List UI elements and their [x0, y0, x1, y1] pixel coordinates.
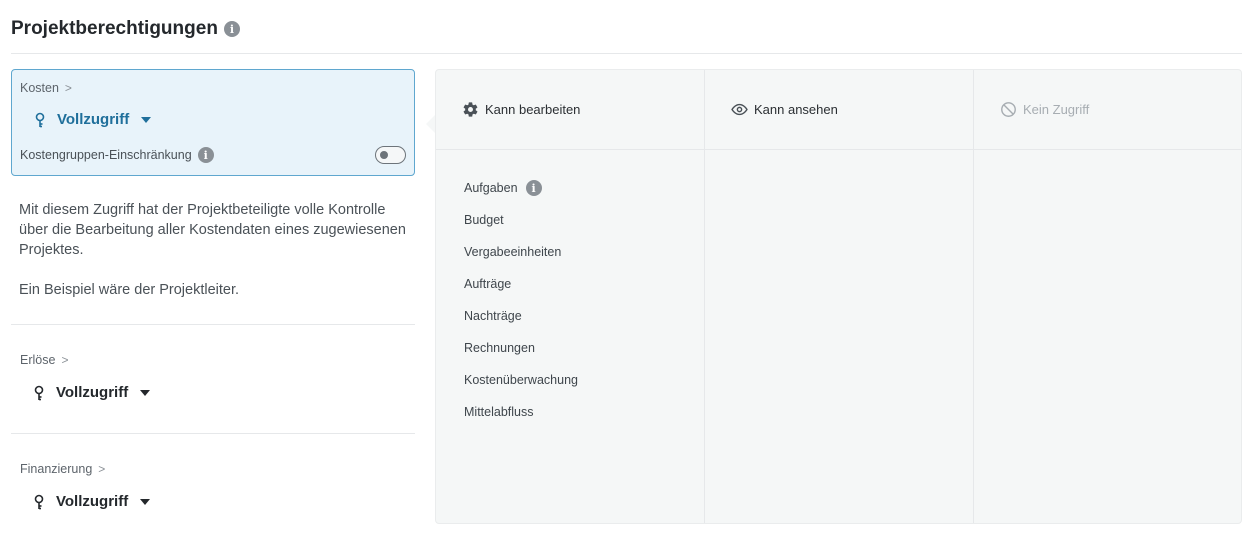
list-item: Aufträge	[464, 268, 704, 300]
column-header-can-view: Kann ansehen	[705, 70, 973, 150]
page-header: Projektberechtigungen i	[11, 17, 1242, 54]
financing-permission-section[interactable]: Finanzierung > Vollzugriff	[11, 434, 415, 535]
item-label: Aufgaben	[464, 181, 518, 195]
item-label: Mittelabfluss	[464, 405, 534, 419]
breadcrumb-label: Kosten	[20, 81, 59, 95]
description-text: Mit diesem Zugriff hat der Projektbeteil…	[19, 202, 406, 258]
column-label: Kann bearbeiten	[485, 102, 581, 117]
list-item: Budget	[464, 204, 704, 236]
access-level-dropdown-erloese[interactable]: Vollzugriff	[31, 384, 151, 401]
chevron-right-icon: >	[98, 462, 106, 476]
item-label: Aufträge	[464, 277, 512, 291]
breadcrumb-label: Finanzierung	[20, 462, 93, 476]
item-label: Vergabeeinheiten	[464, 245, 562, 259]
column-no-access: Kein Zugriff	[973, 70, 1241, 523]
key-icon	[34, 385, 44, 400]
breadcrumb-label: Erlöse	[20, 353, 56, 367]
list-item: Rechnungen	[464, 332, 704, 364]
permissions-matrix: Kann bearbeiten Aufgaben i Budget Vergab…	[435, 69, 1242, 524]
access-level-label: Vollzugriff	[57, 111, 130, 128]
cost-group-restriction: Kostengruppen-Einschränkung i	[20, 147, 214, 163]
column-label: Kann ansehen	[754, 102, 838, 117]
editable-items-list: Aufgaben i Budget Vergabeeinheiten Auftr…	[436, 150, 704, 428]
access-level-label: Vollzugriff	[56, 493, 129, 510]
eye-icon	[731, 103, 748, 116]
list-item: Nachträge	[464, 300, 704, 332]
breadcrumb-erloese[interactable]: Erlöse >	[20, 353, 68, 367]
toggle-knob	[380, 151, 388, 159]
caret-down-icon	[140, 498, 151, 505]
restriction-toggle[interactable]	[375, 146, 406, 164]
item-label: Rechnungen	[464, 341, 535, 355]
key-icon	[35, 112, 45, 127]
info-icon[interactable]: i	[525, 180, 542, 196]
no-access-icon	[1001, 102, 1016, 117]
access-level-dropdown-kosten[interactable]: Vollzugriff	[32, 111, 152, 128]
list-item: Aufgaben i	[464, 172, 704, 204]
chevron-right-icon: >	[64, 81, 72, 95]
item-label: Nachträge	[464, 309, 522, 323]
column-can-edit: Kann bearbeiten Aufgaben i Budget Vergab…	[436, 70, 704, 523]
list-item: Kostenüberwachung	[464, 364, 704, 396]
info-icon[interactable]: i	[223, 21, 240, 37]
chevron-right-icon: >	[61, 353, 69, 367]
list-item: Mittelabfluss	[464, 396, 704, 428]
key-icon	[34, 494, 44, 509]
caret-down-icon	[141, 116, 152, 123]
permission-sections: Kosten > Vollzugriff Kostengruppen-Einsc…	[11, 69, 415, 535]
breadcrumb-kosten[interactable]: Kosten >	[20, 81, 72, 95]
description-example: Ein Beispiel wäre der Projektleiter.	[19, 282, 240, 298]
revenue-permission-section[interactable]: Erlöse > Vollzugriff	[11, 325, 415, 433]
column-header-no-access: Kein Zugriff	[974, 70, 1241, 150]
restriction-label: Kostengruppen-Einschränkung	[20, 148, 192, 162]
access-description: Mit diesem Zugriff hat der Projektbeteil…	[11, 176, 415, 324]
item-label: Budget	[464, 213, 504, 227]
gear-icon	[463, 102, 478, 117]
access-level-label: Vollzugriff	[56, 384, 129, 401]
cost-permission-card[interactable]: Kosten > Vollzugriff Kostengruppen-Einsc…	[11, 69, 415, 176]
info-icon[interactable]: i	[197, 147, 214, 163]
breadcrumb-finanzierung[interactable]: Finanzierung >	[20, 462, 105, 476]
column-can-view: Kann ansehen	[704, 70, 973, 523]
column-header-can-edit: Kann bearbeiten	[436, 70, 704, 150]
list-item: Vergabeeinheiten	[464, 236, 704, 268]
caret-down-icon	[140, 389, 151, 396]
access-level-dropdown-finanzierung[interactable]: Vollzugriff	[31, 493, 151, 510]
page-title: Projektberechtigungen	[11, 18, 218, 39]
item-label: Kostenüberwachung	[464, 373, 578, 387]
column-label: Kein Zugriff	[1023, 102, 1090, 117]
